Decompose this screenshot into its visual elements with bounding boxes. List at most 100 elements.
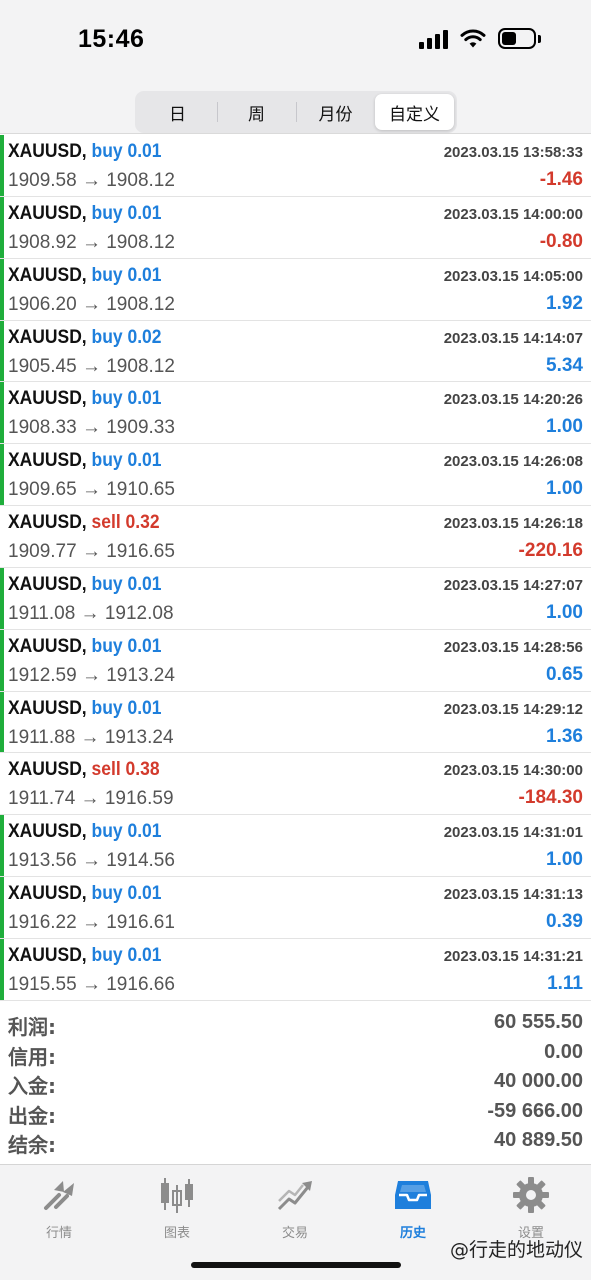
tab-trade[interactable]: 交易 [236, 1175, 354, 1241]
deal-direction: buy [91, 141, 123, 162]
deal-row[interactable]: XAUUSD, buy 0.01 2023.03.15 14:20:26 1908.… [0, 382, 591, 445]
summary-row: 信用: 0.00 [0, 1039, 591, 1069]
period-tab-custom[interactable]: 自定义 [375, 94, 454, 130]
deal-symbol: XAUUSD, [8, 512, 87, 534]
top-area: 15:46 日 周 月份 自定义 [0, 0, 591, 134]
tab-charts[interactable]: 图表 [118, 1175, 236, 1241]
summary-value: 40 889.50 [494, 1129, 583, 1151]
deal-symbol: XAUUSD, [8, 635, 87, 657]
period-segmented-control: 日 周 月份 自定义 [135, 91, 457, 133]
deal-prices: 1908.33 → 1909.33 [8, 417, 175, 439]
deal-title: XAUUSD, buy 0.01 [8, 450, 161, 472]
tab-charts-label: 图表 [163, 1226, 190, 1241]
summary-label: 结余: [8, 1133, 56, 1157]
deal-direction: buy [91, 697, 123, 719]
watermark: @行走的地动仪 [449, 1239, 583, 1261]
deal-volume: 0.38 [125, 759, 160, 781]
tab-history[interactable]: 历史 [354, 1175, 472, 1241]
deal-title: XAUUSD, buy 0.01 [8, 883, 161, 905]
quotes-arrows-icon [44, 1181, 74, 1210]
deal-volume: 0.01 [127, 450, 162, 472]
deal-title: XAUUSD, buy 0.01 [8, 636, 161, 658]
deal-volume: 0.01 [127, 141, 162, 162]
deal-direction: buy [91, 326, 123, 348]
deal-direction: buy [91, 264, 123, 286]
summary-label: 出金: [8, 1103, 56, 1128]
deal-symbol: XAUUSD, [8, 759, 87, 781]
deal-title: XAUUSD, buy 0.01 [8, 574, 161, 596]
deal-prices: 1905.45 → 1908.12 [8, 355, 175, 377]
deal-list: XAUUSD, buy 0.01 2023.03.15 13:58:33 1909.… [0, 135, 591, 1001]
period-tab-day[interactable]: 日 [138, 94, 217, 130]
deal-profit: 1.00 [546, 849, 583, 871]
status-bar: 15:46 [0, 0, 591, 80]
deal-row[interactable]: XAUUSD, buy 0.01 2023.03.15 13:58:33 1909.… [0, 135, 591, 197]
home-indicator [191, 1262, 401, 1268]
deal-title: XAUUSD, buy 0.01 [8, 945, 161, 967]
gear-icon [513, 1177, 549, 1213]
deal-row[interactable]: XAUUSD, buy 0.01 2023.03.15 14:31:01 1913.… [0, 815, 591, 878]
deal-title: XAUUSD, sell 0.38 [8, 759, 160, 781]
deal-time: 2023.03.15 14:20:26 [443, 391, 583, 409]
deal-volume: 0.01 [127, 264, 162, 286]
deal-prices: 1915.55 → 1916.66 [8, 973, 175, 995]
deal-title: XAUUSD, buy 0.01 [8, 141, 161, 163]
deal-time: 2023.03.15 14:31:01 [443, 824, 583, 842]
deal-row[interactable]: XAUUSD, buy 0.01 2023.03.15 14:26:08 1909.… [0, 444, 591, 507]
deal-volume: 0.01 [127, 883, 162, 905]
trade-trend-icon [277, 1181, 312, 1211]
deal-prices: 1916.22 → 1916.61 [8, 912, 175, 934]
deal-title: XAUUSD, buy 0.01 [8, 265, 161, 287]
deal-prices: 1909.77 → 1916.65 [8, 541, 175, 563]
deal-prices: 1911.88 → 1913.24 [8, 726, 174, 748]
deal-row[interactable]: XAUUSD, buy 0.01 2023.03.15 14:31:13 1916.… [0, 877, 591, 939]
deal-direction: buy [91, 202, 123, 224]
deal-symbol: XAUUSD, [8, 573, 87, 595]
deal-row[interactable]: XAUUSD, buy 0.01 2023.03.15 14:28:56 1912.… [0, 629, 591, 692]
deal-time: 2023.03.15 14:29:12 [443, 700, 583, 718]
deal-row[interactable]: XAUUSD, buy 0.01 2023.03.15 14:05:00 1906.… [0, 258, 591, 321]
deal-profit: -220.16 [518, 540, 583, 562]
deal-prices: 1909.65 → 1910.65 [8, 479, 175, 501]
candlestick-chart-icon [161, 1178, 193, 1213]
status-icons [419, 28, 541, 49]
deal-direction: buy [91, 573, 123, 595]
deal-profit: -1.46 [539, 169, 583, 190]
deal-row[interactable]: XAUUSD, sell 0.38 2023.03.15 14:30:00 1911… [0, 753, 591, 816]
deal-direction: sell [91, 512, 121, 534]
tab-quotes[interactable]: 行情 [0, 1175, 118, 1241]
deal-time: 2023.03.15 14:30:00 [443, 762, 583, 780]
account-summary: 利润: 60 555.50 信用: 0.00 入金: 40 000.00 出金: -59 66… [0, 1009, 591, 1157]
deal-row[interactable]: XAUUSD, buy 0.02 2023.03.15 14:14:07 1905.… [0, 320, 591, 383]
deal-time: 2023.03.15 14:31:13 [443, 886, 583, 904]
deal-profit: 1.00 [546, 478, 583, 500]
deal-title: XAUUSD, buy 0.01 [8, 698, 161, 720]
deal-title: XAUUSD, buy 0.01 [8, 203, 161, 225]
deal-direction: sell [91, 759, 121, 781]
summary-row: 利润: 60 555.50 [0, 1009, 591, 1039]
deal-row[interactable]: XAUUSD, buy 0.01 2023.03.15 14:00:00 1908.… [0, 196, 591, 259]
deal-row[interactable]: XAUUSD, buy 0.01 2023.03.15 14:31:21 1915.… [0, 938, 591, 1001]
deal-direction: buy [91, 821, 123, 843]
deal-row[interactable]: XAUUSD, buy 0.01 2023.03.15 14:29:12 1911.… [0, 691, 591, 754]
cellular-signal-icon [419, 29, 448, 49]
deal-row[interactable]: XAUUSD, sell 0.32 2023.03.15 14:26:18 1909… [0, 506, 591, 568]
deal-time: 2023.03.15 14:27:07 [443, 576, 583, 594]
deal-symbol: XAUUSD, [8, 264, 87, 286]
tab-history-label: 历史 [399, 1226, 426, 1241]
deal-symbol: XAUUSD, [8, 202, 87, 224]
deal-row[interactable]: XAUUSD, buy 0.01 2023.03.15 14:27:07 1911.… [0, 567, 591, 630]
deal-volume: 0.01 [127, 821, 162, 843]
deal-direction: buy [91, 944, 123, 966]
deal-profit: 1.00 [546, 601, 583, 623]
deal-profit: 0.65 [546, 663, 583, 685]
deal-title: XAUUSD, buy 0.02 [8, 327, 161, 349]
period-tab-month[interactable]: 月份 [296, 94, 375, 130]
period-tab-week[interactable]: 周 [217, 94, 296, 130]
deal-time: 2023.03.15 13:58:33 [443, 144, 583, 161]
deal-time: 2023.03.15 14:26:08 [443, 453, 583, 471]
deal-time: 2023.03.15 14:28:56 [443, 638, 583, 656]
deal-prices: 1906.20 → 1908.12 [8, 293, 175, 315]
tab-settings[interactable]: 设置 [472, 1175, 590, 1241]
deal-prices: 1909.58 → 1908.12 [8, 170, 175, 191]
